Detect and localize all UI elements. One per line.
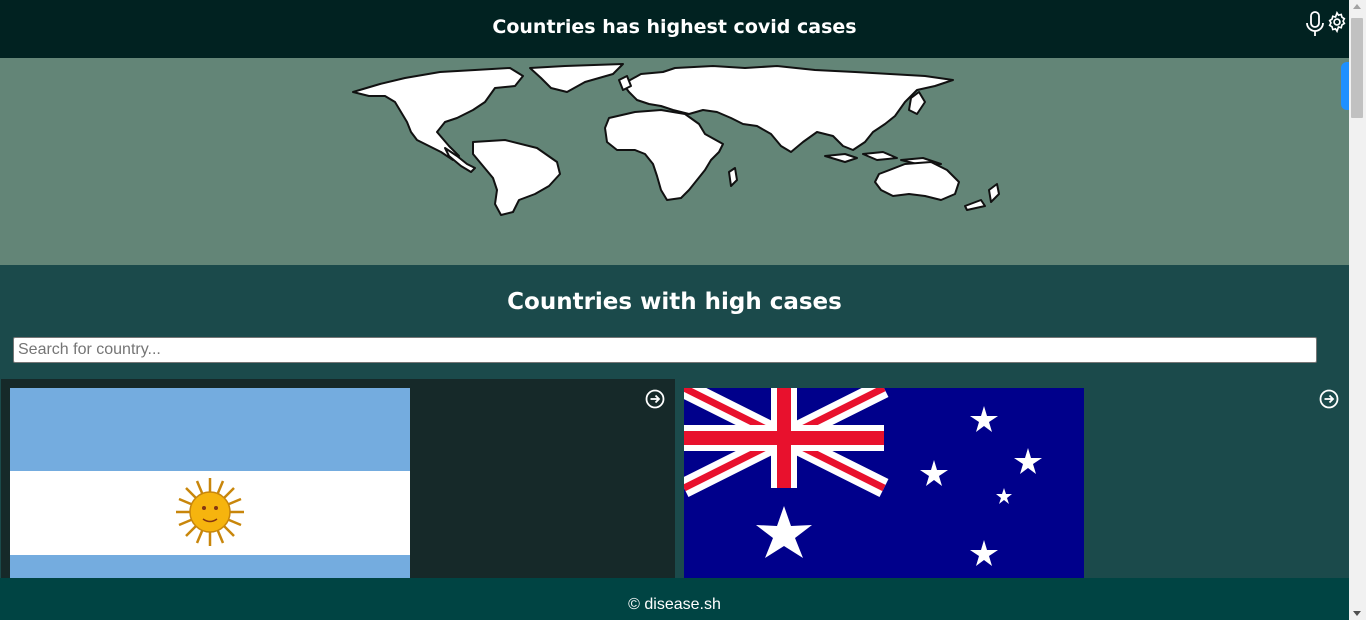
arrow-circle-right-icon[interactable]: [645, 389, 665, 409]
australia-flag: [684, 388, 1084, 578]
countries-section: Countries with high cases: [0, 265, 1349, 578]
country-card[interactable]: [675, 379, 1349, 578]
country-card[interactable]: [1, 379, 675, 578]
scroll-down-arrow-icon[interactable]: [1353, 611, 1361, 616]
footer: © disease.sh: [0, 578, 1349, 620]
page-title: Countries has highest covid cases: [492, 16, 857, 38]
arrow-circle-right-icon[interactable]: [1319, 389, 1339, 409]
app-header: Countries has highest covid cases: [0, 0, 1349, 58]
argentina-flag: [10, 388, 410, 578]
footer-credit: © disease.sh: [628, 596, 721, 613]
country-card-list: [0, 379, 1349, 578]
section-title: Countries with high cases: [507, 289, 842, 315]
mic-icon[interactable]: [1305, 11, 1325, 37]
vertical-scrollbar[interactable]: [1349, 0, 1366, 620]
gear-icon[interactable]: [1326, 11, 1348, 33]
world-map: [352, 63, 1000, 216]
scrollbar-thumb[interactable]: [1351, 18, 1363, 118]
hero-banner: [0, 58, 1349, 265]
scroll-up-arrow-icon[interactable]: [1353, 4, 1361, 9]
search-input[interactable]: [13, 337, 1317, 363]
